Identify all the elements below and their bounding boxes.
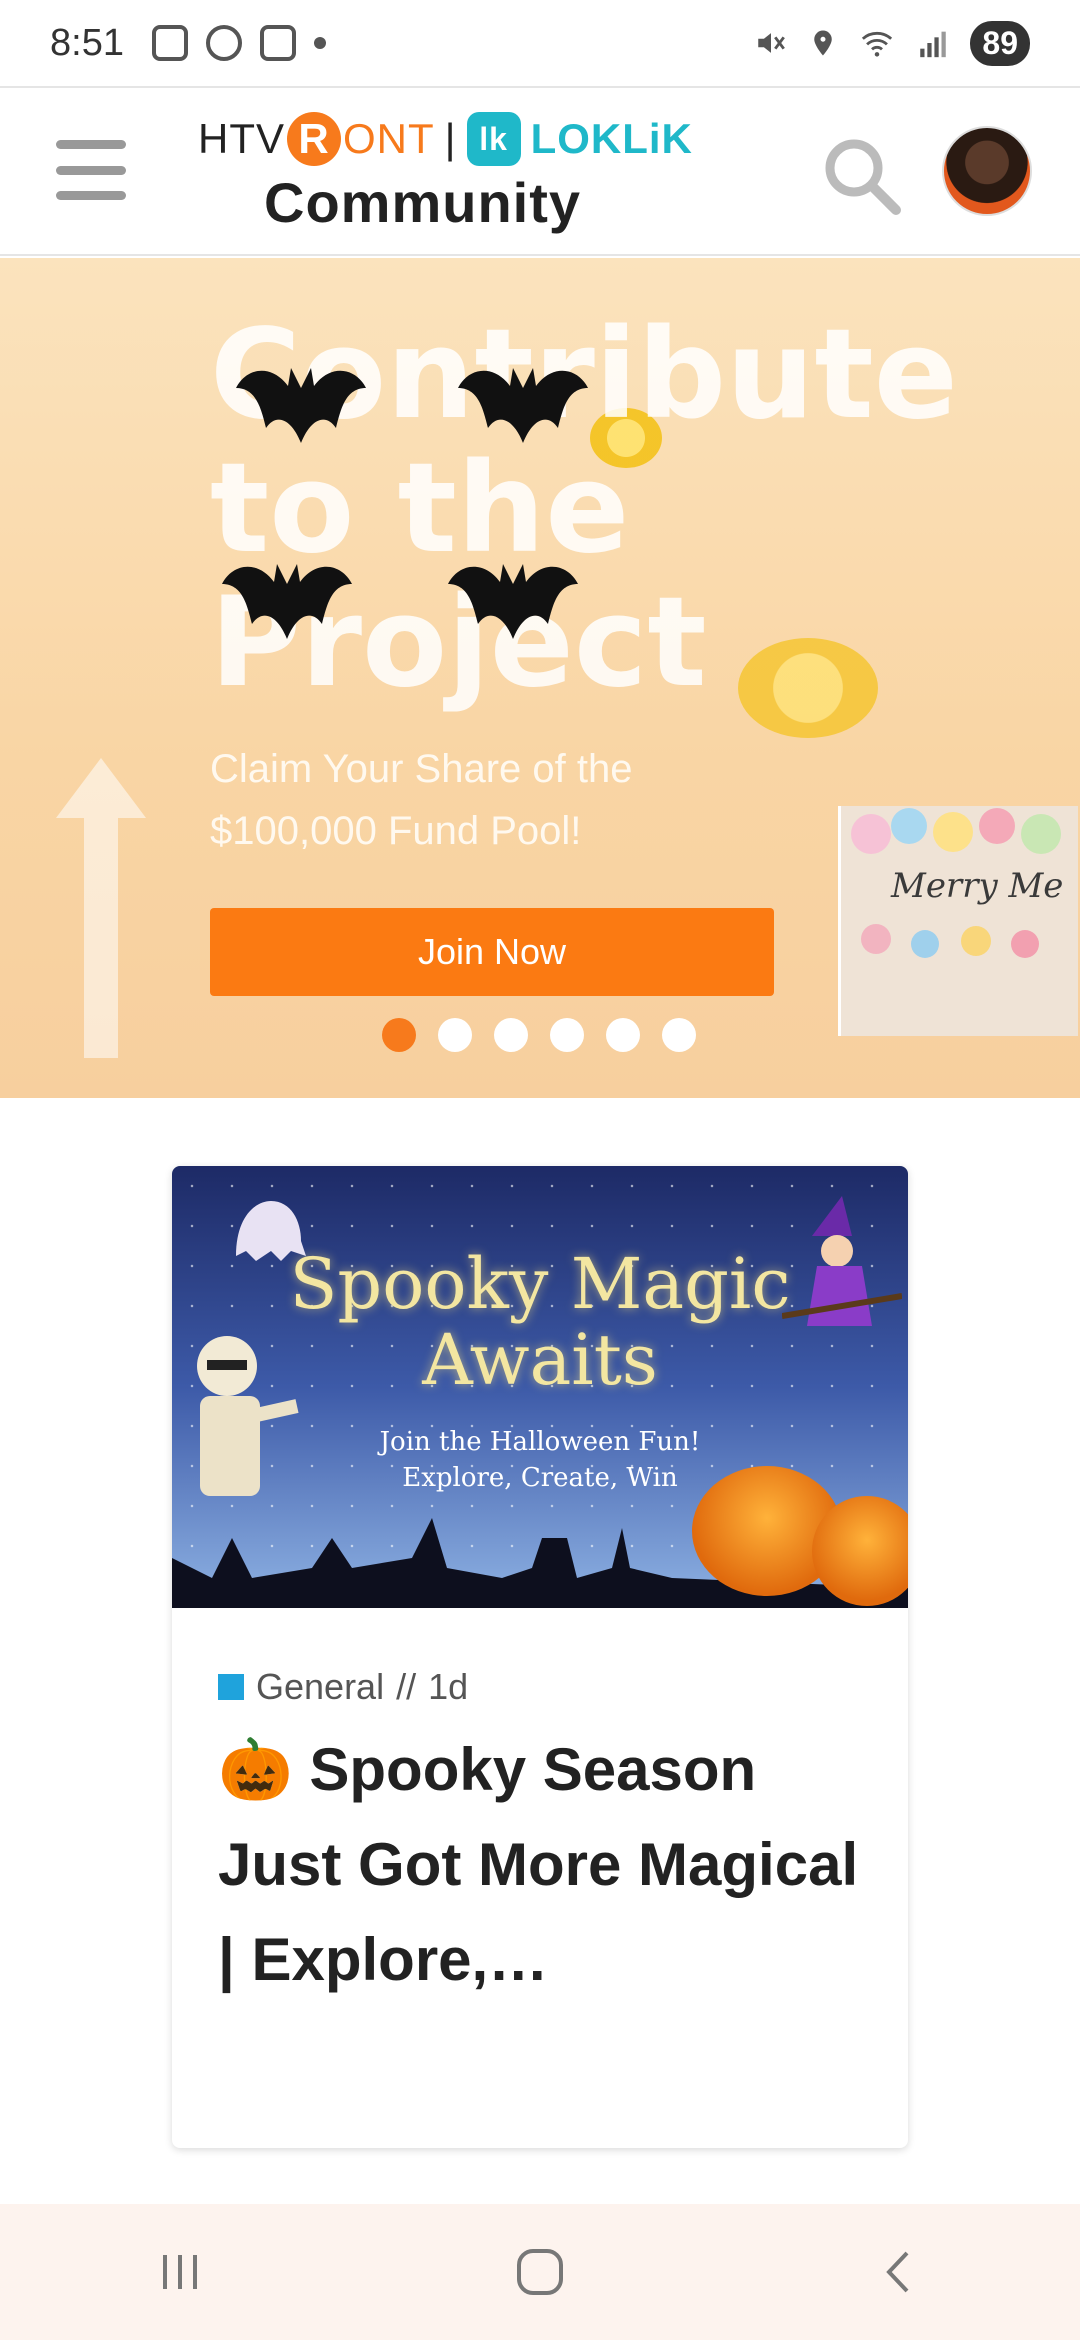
screenshot-icon <box>151 25 188 61</box>
carousel-dot[interactable] <box>662 1018 696 1052</box>
battery-indicator: 89 <box>970 20 1030 66</box>
home-icon[interactable] <box>490 2232 590 2312</box>
brand-logo[interactable]: HTV R ONT | lk LOKLiK Community <box>198 112 698 242</box>
system-nav-bar <box>0 2204 1080 2340</box>
ghost-icon <box>236 1201 306 1261</box>
status-bar-left: 8:51 <box>50 22 326 65</box>
post-image[interactable]: Spooky Magic Awaits Join the Halloween F… <box>172 1166 908 1608</box>
brand-community: Community <box>264 171 581 234</box>
loklik-logo-icon: lk <box>466 112 521 166</box>
search-icon[interactable] <box>820 134 904 218</box>
witch-icon <box>782 1196 902 1326</box>
post-time-separator: // <box>396 1666 417 1707</box>
back-icon[interactable] <box>850 2232 950 2312</box>
signal-icon <box>920 31 947 58</box>
carousel-dot[interactable] <box>550 1018 584 1052</box>
bat-icon <box>236 368 366 443</box>
carousel-dot[interactable] <box>606 1018 640 1052</box>
user-avatar[interactable] <box>942 126 1032 216</box>
next-slide-preview-image[interactable]: Merry Me <box>838 806 1078 1036</box>
bat-icon <box>222 564 352 639</box>
status-bar-right: 89 <box>754 20 1030 66</box>
status-bar: 8:51 89 <box>0 0 1080 86</box>
recent-apps-icon[interactable] <box>130 2232 230 2312</box>
promo-banner[interactable]: Contribute to the Project Claim Your Sha… <box>0 258 1080 1098</box>
brand-r-icon: R <box>287 112 341 166</box>
game-icon <box>205 25 242 61</box>
side-image-text: Merry Me <box>891 866 1064 906</box>
post-category[interactable]: General <box>256 1666 384 1708</box>
carousel-dot[interactable] <box>382 1018 416 1052</box>
banner-subtitle: Claim Your Share of the $100,000 Fund Po… <box>210 747 633 853</box>
hamburger-menu-icon[interactable] <box>56 140 126 200</box>
post-meta: General // 1d <box>218 1666 468 1708</box>
notification-dot-icon <box>313 37 326 49</box>
mute-icon <box>758 33 786 53</box>
brand-loklik: LOKLiK <box>530 115 693 162</box>
app-header: HTV R ONT | lk LOKLiK Community <box>0 86 1080 256</box>
post-time: 1d <box>428 1666 469 1707</box>
carousel-dot[interactable] <box>494 1018 528 1052</box>
mummy-icon <box>197 1336 299 1496</box>
carousel-dots <box>382 1018 696 1052</box>
category-color-icon <box>218 1674 244 1700</box>
post-card[interactable]: Spooky Magic Awaits Join the Halloween F… <box>172 1166 908 2148</box>
brand-ont: ONT <box>343 115 435 162</box>
status-time: 8:51 <box>50 21 124 64</box>
post-title[interactable]: 🎃 Spooky Season Just Got More Magical | … <box>218 1722 868 2007</box>
join-now-button[interactable]: Join Now <box>210 908 774 996</box>
carousel-dot[interactable] <box>438 1018 472 1052</box>
brand-separator: | <box>444 115 457 162</box>
bat-icon <box>458 368 588 443</box>
instagram-icon <box>259 25 296 61</box>
location-icon <box>814 30 833 56</box>
brand-htv: HTV <box>198 115 285 162</box>
arrow-up-decoration-icon <box>56 758 146 1058</box>
bat-icon <box>448 564 578 639</box>
wifi-icon <box>862 31 893 57</box>
brand-row: HTV R ONT | lk LOKLiK <box>198 112 698 166</box>
